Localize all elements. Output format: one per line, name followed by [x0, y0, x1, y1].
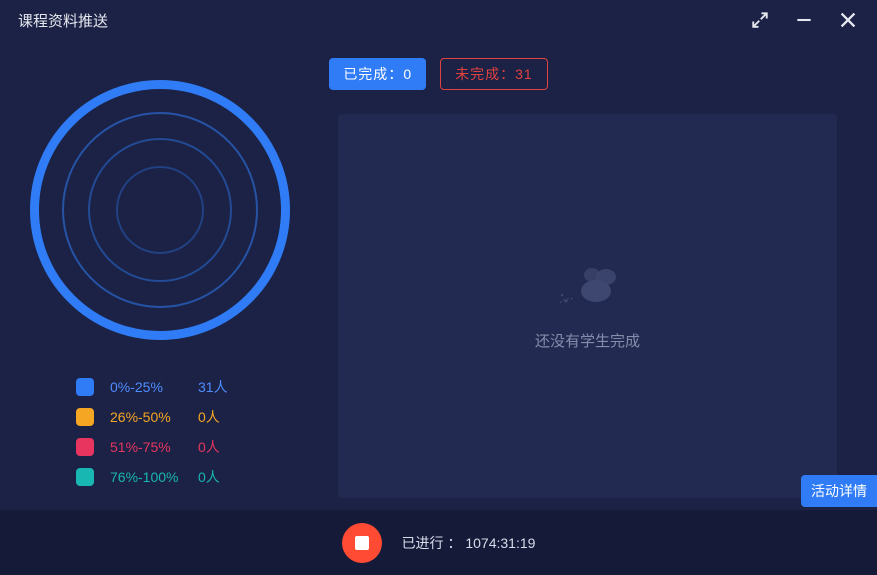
legend-range: 76%-100% [110, 469, 192, 485]
legend-swatch [76, 408, 94, 426]
legend-row-26-50: 26%-50% 0人 [76, 402, 300, 432]
legend-swatch [76, 468, 94, 486]
expand-icon[interactable] [745, 5, 775, 35]
window-title: 课程资料推送 [18, 10, 108, 31]
legend-count: 0人 [198, 407, 248, 427]
minimize-icon[interactable] [789, 5, 819, 35]
tab-incomplete-label: 未完成 [455, 64, 500, 84]
elapsed-time: 已进行 ： 1074:31:19 [402, 533, 536, 553]
elapsed-label: 已进行 [402, 535, 444, 551]
legend-swatch [76, 378, 94, 396]
progress-chart-panel: 0%-25% 31人 26%-50% 0人 51%-75% 0人 76%-100… [20, 80, 300, 492]
ring-inner [116, 166, 204, 254]
legend-count: 0人 [198, 467, 248, 487]
progress-ring-chart [30, 80, 290, 340]
stop-button[interactable] [342, 523, 382, 563]
tab-completed-count: 0 [403, 66, 412, 82]
legend-range: 0%-25% [110, 379, 192, 395]
legend-row-76-100: 76%-100% 0人 [76, 462, 300, 492]
legend-count: 31人 [198, 377, 248, 397]
chart-legend: 0%-25% 31人 26%-50% 0人 51%-75% 0人 76%-100… [76, 372, 300, 492]
legend-range: 51%-75% [110, 439, 192, 455]
elapsed-value: 1074:31:19 [465, 535, 535, 551]
legend-count: 0人 [198, 437, 248, 457]
tab-completed-label: 已完成 [343, 64, 388, 84]
legend-range: 26%-50% [110, 409, 192, 425]
title-bar: 课程资料推送 [0, 0, 877, 40]
legend-row-0-25: 0%-25% 31人 [76, 372, 300, 402]
completed-students-panel: 还没有学生完成 [338, 114, 837, 498]
main-area: 已完成 ： 0 未完成 ： 31 0%-25% 31人 26%-50% [0, 40, 877, 510]
tab-completed[interactable]: 已完成 ： 0 [329, 58, 426, 90]
legend-row-51-75: 51%-75% 0人 [76, 432, 300, 462]
activity-details-button[interactable]: 活动详情 [801, 475, 877, 507]
legend-swatch [76, 438, 94, 456]
footer-bar: 已进行 ： 1074:31:19 [0, 510, 877, 575]
close-icon[interactable] [833, 5, 863, 35]
stop-icon [355, 536, 369, 550]
tab-incomplete[interactable]: 未完成 ： 31 [440, 58, 548, 90]
bee-icon [556, 261, 620, 316]
empty-state-text: 还没有学生完成 [535, 330, 640, 351]
tab-incomplete-count: 31 [515, 66, 533, 82]
